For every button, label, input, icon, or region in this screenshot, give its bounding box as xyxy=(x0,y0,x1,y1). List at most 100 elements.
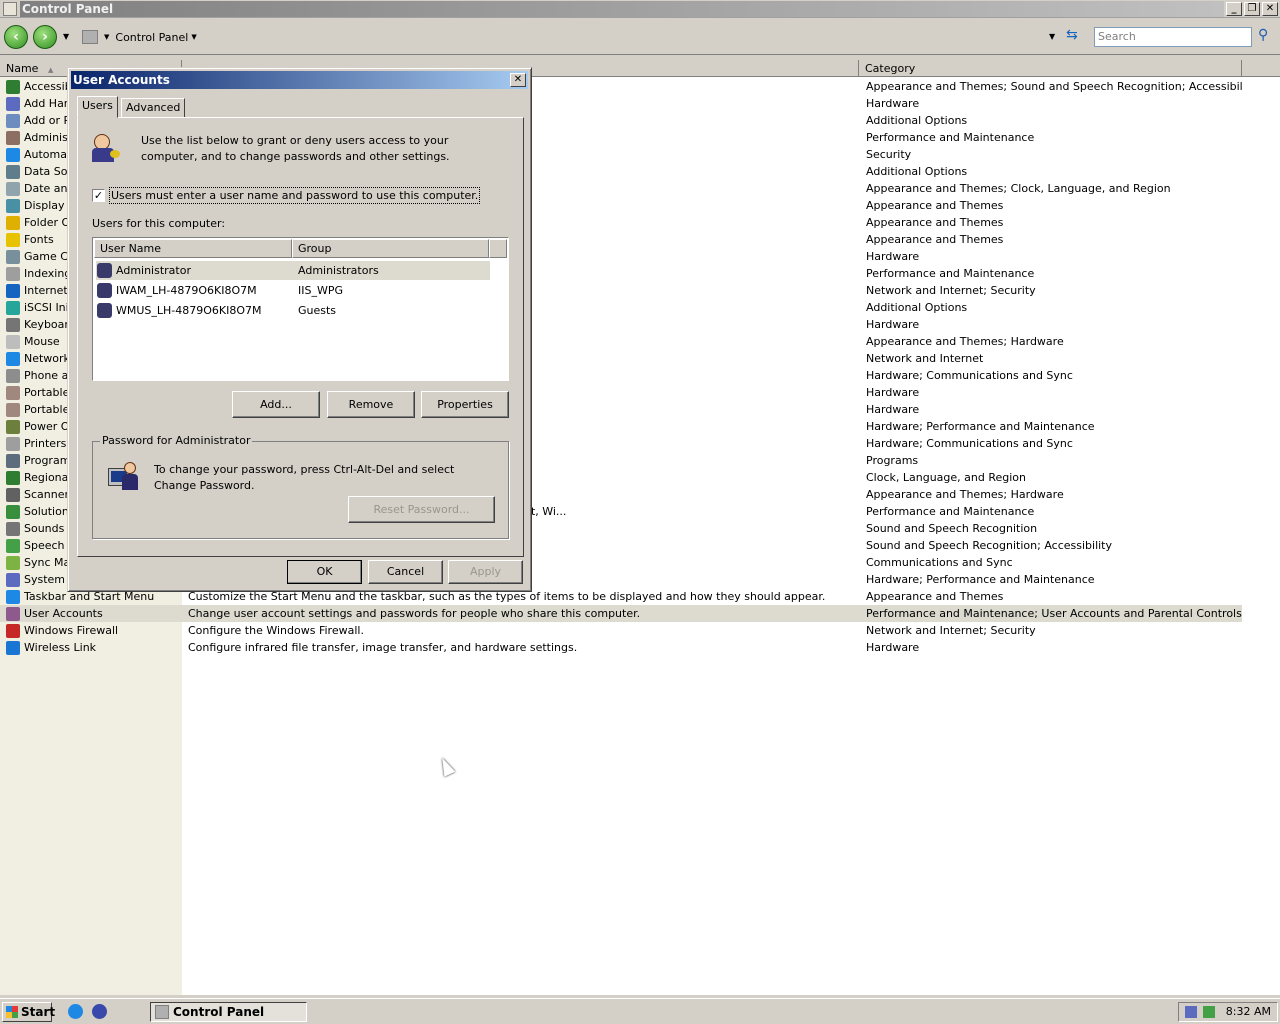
user-icon xyxy=(97,283,112,298)
search-input[interactable]: Search xyxy=(1094,27,1252,47)
tab-advanced[interactable]: Advanced xyxy=(121,98,186,118)
column-header-user-name[interactable]: User Name xyxy=(94,239,292,258)
users-listview[interactable]: User Name Group Administrator Administra… xyxy=(92,237,509,381)
item-category: Hardware xyxy=(866,403,920,416)
item-category: Additional Options xyxy=(866,165,968,178)
require-login-label[interactable]: Users must enter a user name and passwor… xyxy=(109,187,481,204)
chevron-down-icon[interactable]: ▼ xyxy=(104,33,109,41)
ie-icon[interactable] xyxy=(68,1004,83,1019)
dialog-close-button[interactable]: ✕ xyxy=(510,73,526,87)
reset-password-button[interactable]: Reset Password... xyxy=(348,496,495,523)
item-icon xyxy=(6,267,20,281)
properties-button[interactable]: Properties xyxy=(421,391,509,418)
item-icon xyxy=(6,165,20,179)
item-icon xyxy=(6,505,20,519)
users-icon xyxy=(90,132,124,166)
network-icon[interactable] xyxy=(1185,1006,1197,1018)
item-category: Security xyxy=(866,148,912,161)
require-login-checkbox[interactable]: ✓ xyxy=(92,189,105,202)
computer-user-icon xyxy=(108,462,140,494)
item-icon xyxy=(6,420,20,434)
forward-icon[interactable]: › xyxy=(33,25,57,49)
item-icon xyxy=(6,522,20,536)
refresh-icon[interactable]: ⇆ xyxy=(1066,27,1078,43)
item-icon xyxy=(6,352,20,366)
tab-users[interactable]: Users xyxy=(77,96,118,118)
item-category: Appearance and Themes xyxy=(866,590,1004,603)
list-item[interactable]: Windows Firewall Configure the Windows Fi… xyxy=(0,622,1242,639)
item-category: Performance and Maintenance xyxy=(866,267,1035,280)
control-panel-icon xyxy=(3,1,17,16)
start-button[interactable]: Start xyxy=(2,1002,55,1022)
item-category: Additional Options xyxy=(866,301,968,314)
item-category: Communications and Sync xyxy=(866,556,1013,569)
item-icon xyxy=(6,318,20,332)
remove-user-button[interactable]: Remove xyxy=(327,391,415,418)
item-icon xyxy=(6,284,20,298)
item-icon xyxy=(6,250,20,264)
user-icon xyxy=(97,263,112,278)
restore-button[interactable]: ❐ xyxy=(1244,1,1260,16)
user-name: WMUS_LH-4879O6KI8O7M xyxy=(116,304,262,317)
item-icon xyxy=(6,182,20,196)
apply-button[interactable]: Apply xyxy=(448,560,523,584)
item-description: Configure the Windows Firewall. xyxy=(188,624,364,637)
item-icon xyxy=(6,488,20,502)
item-icon xyxy=(6,641,20,655)
item-icon xyxy=(6,216,20,230)
item-icon xyxy=(6,335,20,349)
list-item[interactable]: Wireless Link Configure infrared file tra… xyxy=(0,639,1242,656)
close-button[interactable]: ✕ xyxy=(1262,1,1278,16)
item-category: Hardware; Performance and Maintenance xyxy=(866,573,1095,586)
column-header-category[interactable]: Category xyxy=(859,60,1242,77)
ok-button[interactable]: OK xyxy=(287,560,362,584)
user-group: Guests xyxy=(298,304,337,317)
address-chevron-icon[interactable]: ▼ xyxy=(191,33,196,41)
address-label: Control Panel xyxy=(115,30,189,44)
item-category: Hardware; Communications and Sync xyxy=(866,369,1073,382)
item-icon xyxy=(6,114,20,128)
address-bar[interactable]: ▼ Control Panel ▼ xyxy=(82,27,197,47)
back-icon[interactable]: ‹ xyxy=(4,25,28,49)
item-category: Appearance and Themes xyxy=(866,233,1004,246)
item-category: Sound and Speech Recognition; Accessibil… xyxy=(866,539,1113,552)
minimize-button[interactable]: _ xyxy=(1226,1,1242,16)
item-category: Hardware; Performance and Maintenance xyxy=(866,420,1095,433)
item-name: User Accounts xyxy=(24,607,103,620)
item-icon xyxy=(6,233,20,247)
cancel-button[interactable]: Cancel xyxy=(368,560,443,584)
search-icon[interactable]: ⚲ xyxy=(1258,27,1268,43)
history-dropdown-icon[interactable]: ▼ xyxy=(63,32,69,41)
user-row[interactable]: Administrator Administrators xyxy=(96,261,490,280)
item-icon xyxy=(6,131,20,145)
address-dropdown-icon[interactable]: ▼ xyxy=(1049,32,1055,41)
item-category: Performance and Maintenance; User Accoun… xyxy=(866,607,1242,620)
item-category: Appearance and Themes; Clock, Language, … xyxy=(866,182,1171,195)
add-user-button[interactable]: Add... xyxy=(232,391,320,418)
item-icon xyxy=(6,386,20,400)
dialog-title: User Accounts ✕ xyxy=(71,71,528,89)
user-group: IIS_WPG xyxy=(298,284,344,297)
item-icon xyxy=(6,471,20,485)
control-panel-icon xyxy=(155,1005,169,1019)
password-text: To change your password, press Ctrl-Alt-… xyxy=(154,463,455,492)
quick-launch-icon[interactable] xyxy=(92,1004,107,1019)
clock: 8:32 AM xyxy=(1225,1005,1271,1018)
window-title: Control Panel xyxy=(20,0,1224,17)
taskbar-button-control-panel[interactable]: Control Panel xyxy=(150,1002,307,1022)
update-icon[interactable] xyxy=(1203,1006,1215,1018)
user-row[interactable]: IWAM_LH-4879O6KI8O7M IIS_WPG xyxy=(96,281,490,300)
users-list-label: Users for this computer: xyxy=(92,217,226,230)
list-item[interactable]: User Accounts Change user account setting… xyxy=(0,605,1242,622)
item-category: Appearance and Themes; Sound and Speech … xyxy=(866,80,1242,93)
column-header-filler xyxy=(489,239,507,258)
item-category: Network and Internet; Security xyxy=(866,624,1036,637)
user-name: Administrator xyxy=(116,264,191,277)
item-icon xyxy=(6,301,20,315)
column-header-group[interactable]: Group xyxy=(292,239,489,258)
item-icon xyxy=(6,454,20,468)
user-row[interactable]: WMUS_LH-4879O6KI8O7M Guests xyxy=(96,301,490,320)
item-description: Configure infrared file transfer, image … xyxy=(188,641,578,654)
item-category: Additional Options xyxy=(866,114,968,127)
item-category: Performance and Maintenance xyxy=(866,505,1035,518)
